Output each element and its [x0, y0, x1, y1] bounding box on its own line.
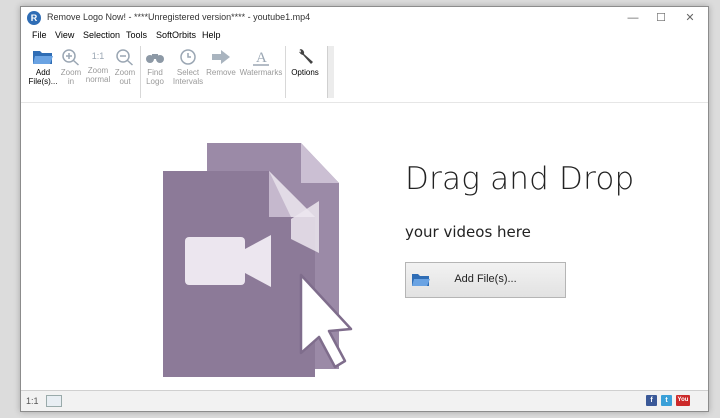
select-intervals-button[interactable]: Select Intervals	[171, 44, 205, 100]
drag-drop-subtitle: your videos here	[405, 223, 531, 241]
find-logo-button[interactable]: Find Logo	[141, 44, 169, 100]
watermarks-button[interactable]: A Watermarks	[238, 44, 284, 100]
options-label: Options	[291, 68, 319, 77]
window-title: Remove Logo Now! - ****Unregistered vers…	[47, 12, 311, 22]
menu-softorbits[interactable]: SoftOrbits	[156, 30, 196, 40]
add-files-button-label: Add File(s)...	[454, 273, 517, 285]
remove-label: Remove	[206, 68, 236, 77]
zoom-in-icon	[62, 49, 80, 66]
drop-area[interactable]: Drag and Drop your videos here Add File(…	[21, 102, 708, 391]
minimize-button[interactable]: —	[624, 10, 642, 26]
menu-bar: File View Selection Tools SoftOrbits Hel…	[21, 29, 708, 43]
maximize-button[interactable]: ☐	[652, 10, 670, 26]
toolbar-scrollbar[interactable]	[327, 46, 334, 98]
app-logo-icon: R	[27, 11, 41, 25]
arrow-right-icon	[212, 50, 230, 64]
zoom-normal-button[interactable]: 1:1 Zoom normal	[83, 44, 113, 100]
video-files-illustration	[163, 143, 353, 377]
toolbar: Add File(s)... Zoom in 1:1 Zoom normal Z…	[21, 44, 334, 102]
clock-icon	[180, 49, 196, 65]
open-folder-icon	[33, 51, 53, 64]
menu-help[interactable]: Help	[202, 30, 221, 40]
menu-tools[interactable]: Tools	[126, 30, 147, 40]
status-bar: 1:1 f t You	[21, 390, 708, 411]
youtube-icon[interactable]: You	[676, 395, 690, 406]
add-files-button[interactable]: Add File(s)...	[405, 262, 566, 298]
zoom-out-button[interactable]: Zoom out	[112, 44, 138, 100]
facebook-icon[interactable]: f	[646, 395, 657, 406]
svg-text:A: A	[256, 50, 267, 66]
status-zoom-level: 1:1	[26, 396, 39, 406]
toolbar-separator	[285, 46, 286, 98]
close-button[interactable]: ✕	[681, 10, 699, 26]
twitter-icon[interactable]: t	[661, 395, 672, 406]
title-bar: R Remove Logo Now! - ****Unregistered ve…	[21, 7, 708, 29]
menu-selection[interactable]: Selection	[83, 30, 120, 40]
binoculars-icon	[146, 54, 164, 63]
zoom-in-label: Zoom in	[60, 68, 82, 86]
add-files-label: Add File(s)...	[28, 68, 58, 86]
zoom-out-icon	[116, 49, 134, 66]
watermark-icon: A	[253, 50, 269, 66]
menu-view[interactable]: View	[55, 30, 74, 40]
menu-file[interactable]: File	[32, 30, 47, 40]
zoom-in-button[interactable]: Zoom in	[58, 44, 84, 100]
zoom-out-label: Zoom out	[114, 68, 136, 86]
options-button[interactable]: Options	[287, 44, 323, 100]
drag-drop-title: Drag and Drop	[405, 161, 635, 197]
zoom-normal-label: Zoom normal	[85, 66, 111, 84]
app-window: R Remove Logo Now! - ****Unregistered ve…	[20, 6, 709, 412]
add-files-toolbar-button[interactable]: Add File(s)...	[26, 44, 60, 100]
remove-button[interactable]: Remove	[205, 44, 237, 100]
select-intervals-label: Select Intervals	[172, 68, 204, 86]
find-logo-label: Find Logo	[146, 68, 164, 86]
zoom-normal-icon: 1:1	[91, 51, 105, 61]
watermarks-label: Watermarks	[239, 68, 283, 77]
wrench-icon	[299, 48, 313, 64]
status-preview-box	[46, 395, 62, 407]
